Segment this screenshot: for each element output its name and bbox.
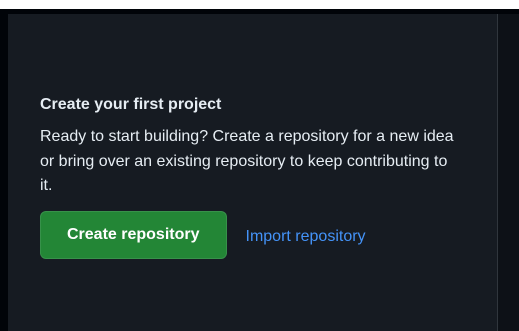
right-gutter: [498, 14, 519, 331]
top-strip: [0, 0, 519, 9]
empty-state-actions: Create repository Import repository: [40, 210, 480, 259]
empty-state: Create your first project Ready to start…: [40, 95, 480, 259]
empty-state-title: Create your first project: [40, 96, 222, 113]
create-repository-button[interactable]: Create repository: [40, 210, 227, 259]
empty-state-description: Ready to start building? Create a reposi…: [40, 128, 454, 194]
import-repository-link[interactable]: Import repository: [246, 223, 366, 247]
